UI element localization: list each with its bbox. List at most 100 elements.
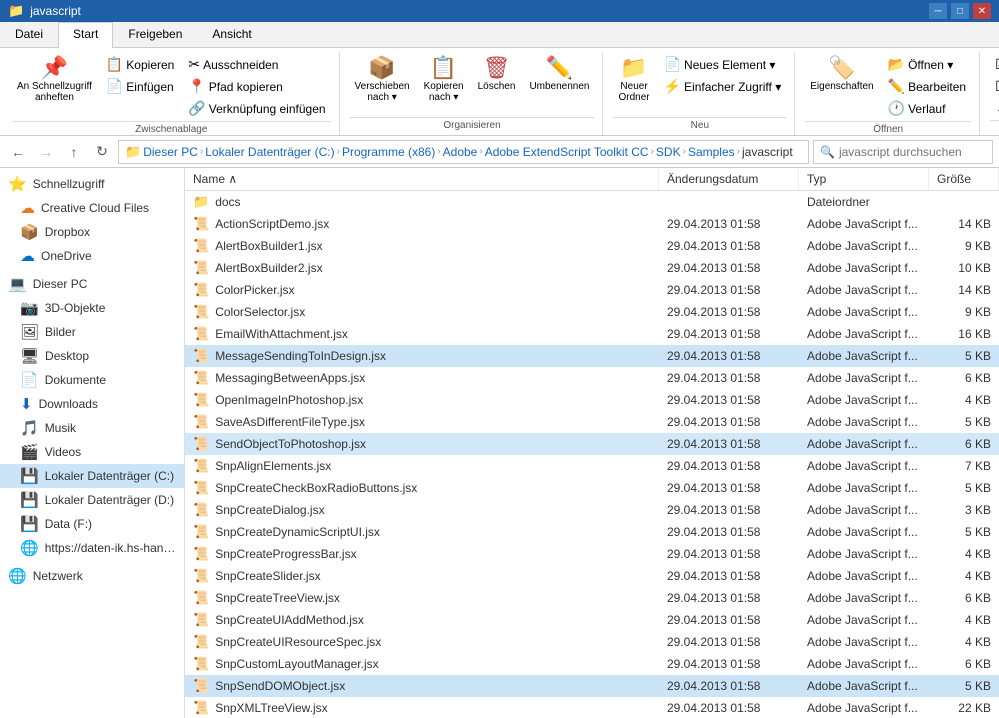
edit-button[interactable]: ✏️ Bearbeiten — [883, 76, 971, 97]
sidebar-item-musik[interactable]: 🎵 Musik — [0, 416, 184, 440]
pin-quickaccess-button[interactable]: 📌 An Schnellzugriffanheften — [12, 54, 97, 106]
table-row[interactable]: 📜 SaveAsDifferentFileType.jsx 29.04.2013… — [185, 411, 999, 433]
path-toolkit[interactable]: Adobe ExtendScript Toolkit CC — [485, 145, 649, 159]
table-row[interactable]: 📜 SnpCreateDynamicScriptUI.jsx 29.04.201… — [185, 521, 999, 543]
sidebar-item-c-drive[interactable]: 💾 Lokaler Datenträger (C:) — [0, 464, 184, 488]
col-header-size[interactable]: Größe — [929, 168, 999, 190]
sidebar-item-netzwerk[interactable]: 🌐 Netzwerk — [0, 564, 184, 588]
properties-button[interactable]: 🏷️ Eigenschaften — [805, 54, 878, 95]
sidebar-item-dieser-pc[interactable]: 💻 Dieser PC — [0, 272, 184, 296]
history-button[interactable]: 🕐 Verlauf — [883, 98, 971, 119]
ribbon-group-select: ☑ Alles auswählen ☐ Nichts auswählen ↔ A… — [982, 52, 999, 135]
table-row[interactable]: 📁 docs Dateiordner — [185, 191, 999, 213]
open-button[interactable]: 📂 Öffnen ▾ — [883, 54, 971, 75]
easy-access-button[interactable]: ⚡ Einfacher Zugriff ▾ — [659, 76, 787, 97]
table-row[interactable]: 📜 ColorSelector.jsx 29.04.2013 01:58 Ado… — [185, 301, 999, 323]
sidebar-item-z-drive[interactable]: 🌐 https://daten-ik.hs-hannover.de/campus… — [0, 536, 184, 560]
back-button[interactable]: ← — [6, 140, 30, 164]
col-header-type[interactable]: Typ — [799, 168, 929, 190]
delete-button[interactable]: 🗑 Löschen — [473, 54, 521, 95]
table-row[interactable]: 📜 SnpCreateUIAddMethod.jsx 29.04.2013 01… — [185, 609, 999, 631]
cut-button[interactable]: ✂ Ausschneiden — [183, 54, 330, 75]
file-name: docs — [215, 195, 240, 209]
title-bar: 📁 javascript ─ □ ✕ — [0, 0, 999, 22]
col-header-name[interactable]: Name ∧ — [185, 168, 659, 190]
minimize-button[interactable]: ─ — [929, 3, 947, 19]
sidebar-item-creative-cloud[interactable]: ☁ Creative Cloud Files — [0, 196, 184, 220]
table-row[interactable]: 📜 MessageSendingToInDesign.jsx 29.04.201… — [185, 345, 999, 367]
sidebar-item-bilder[interactable]: 🖼 Bilder — [0, 320, 184, 344]
file-icon: 📜 — [193, 568, 209, 584]
table-row[interactable]: 📜 EmailWithAttachment.jsx 29.04.2013 01:… — [185, 323, 999, 345]
copy-button[interactable]: 📋 Kopieren — [101, 54, 179, 75]
file-cell-name: 📜 SaveAsDifferentFileType.jsx — [185, 412, 659, 432]
file-cell-size: 3 KB — [929, 501, 999, 519]
table-row[interactable]: 📜 SnpAlignElements.jsx 29.04.2013 01:58 … — [185, 455, 999, 477]
sidebar-item-dokumente[interactable]: 📄 Dokumente — [0, 368, 184, 392]
table-row[interactable]: 📜 SnpSendDOMObject.jsx 29.04.2013 01:58 … — [185, 675, 999, 697]
search-input[interactable] — [839, 145, 986, 159]
tab-freigeben[interactable]: Freigeben — [113, 22, 197, 47]
file-list: 📁 docs Dateiordner 📜 ActionScriptDemo.js… — [185, 191, 999, 718]
new-folder-button[interactable]: 📁 NeuerOrdner — [613, 54, 654, 106]
forward-button[interactable]: → — [34, 140, 58, 164]
select-none-button[interactable]: ☐ Nichts auswählen — [990, 76, 999, 97]
path-sdk[interactable]: SDK — [656, 145, 681, 159]
paste-button[interactable]: 📄 Einfügen — [101, 76, 179, 97]
path-programme[interactable]: Programme (x86) — [342, 145, 435, 159]
table-row[interactable]: 📜 OpenImageInPhotoshop.jsx 29.04.2013 01… — [185, 389, 999, 411]
invert-selection-button[interactable]: ↔ Auswahl umkehren — [990, 98, 999, 118]
tab-ansicht[interactable]: Ansicht — [197, 22, 266, 47]
sidebar-item-3d-objekte[interactable]: 📷 3D-Objekte — [0, 296, 184, 320]
sidebar-item-f-drive[interactable]: 💾 Data (F:) — [0, 512, 184, 536]
table-row[interactable]: 📜 SnpCreateProgressBar.jsx 29.04.2013 01… — [185, 543, 999, 565]
table-row[interactable]: 📜 AlertBoxBuilder1.jsx 29.04.2013 01:58 … — [185, 235, 999, 257]
sidebar-item-d-drive[interactable]: 💾 Lokaler Datenträger (D:) — [0, 488, 184, 512]
table-row[interactable]: 📜 SnpCreateCheckBoxRadioButtons.jsx 29.0… — [185, 477, 999, 499]
table-row[interactable]: 📜 AlertBoxBuilder2.jsx 29.04.2013 01:58 … — [185, 257, 999, 279]
move-to-button[interactable]: 📦 Verschiebennach ▾ — [350, 54, 415, 106]
select-all-button[interactable]: ☑ Alles auswählen — [990, 54, 999, 75]
close-button[interactable]: ✕ — [973, 3, 991, 19]
table-row[interactable]: 📜 SendObjectToPhotoshop.jsx 29.04.2013 0… — [185, 433, 999, 455]
table-row[interactable]: 📜 SnpCreateTreeView.jsx 29.04.2013 01:58… — [185, 587, 999, 609]
search-box[interactable]: 🔍 — [813, 140, 993, 164]
sidebar-item-downloads[interactable]: ⬇ Downloads — [0, 392, 184, 416]
table-row[interactable]: 📜 MessagingBetweenApps.jsx 29.04.2013 01… — [185, 367, 999, 389]
address-path[interactable]: 📁 Dieser PC › Lokaler Datenträger (C:) ›… — [118, 140, 809, 164]
tab-start[interactable]: Start — [58, 22, 113, 48]
select-col: ☑ Alles auswählen ☐ Nichts auswählen ↔ A… — [990, 54, 999, 118]
refresh-button[interactable]: ↻ — [90, 140, 114, 164]
copy-to-button[interactable]: 📋 Kopierennach ▾ — [419, 54, 469, 106]
path-dieser-pc[interactable]: Dieser PC — [143, 145, 198, 159]
sidebar-item-onedrive[interactable]: ☁ OneDrive — [0, 244, 184, 268]
file-icon: 📜 — [193, 414, 209, 430]
maximize-button[interactable]: □ — [951, 3, 969, 19]
path-javascript[interactable]: javascript — [742, 145, 793, 159]
file-cell-name: 📜 SnpXMLTreeView.jsx — [185, 698, 659, 718]
sidebar-item-videos[interactable]: 🎬 Videos — [0, 440, 184, 464]
path-c-drive[interactable]: Lokaler Datenträger (C:) — [205, 145, 334, 159]
path-adobe[interactable]: Adobe — [443, 145, 478, 159]
table-row[interactable]: 📜 SnpCustomLayoutManager.jsx 29.04.2013 … — [185, 653, 999, 675]
table-row[interactable]: 📜 SnpCreateDialog.jsx 29.04.2013 01:58 A… — [185, 499, 999, 521]
file-icon: 📁 — [193, 194, 209, 210]
table-row[interactable]: 📜 ColorPicker.jsx 29.04.2013 01:58 Adobe… — [185, 279, 999, 301]
paste-link-button[interactable]: 🔗 Verknüpfung einfügen — [183, 98, 330, 119]
table-row[interactable]: 📜 SnpXMLTreeView.jsx 29.04.2013 01:58 Ad… — [185, 697, 999, 718]
sidebar-item-desktop[interactable]: 🖥 Desktop — [0, 344, 184, 368]
sidebar-item-quickaccess[interactable]: ⭐ Schnellzugriff — [0, 172, 184, 196]
table-row[interactable]: 📜 SnpCreateSlider.jsx 29.04.2013 01:58 A… — [185, 565, 999, 587]
sidebar-item-dropbox[interactable]: 📦 Dropbox — [0, 220, 184, 244]
tab-datei[interactable]: Datei — [0, 22, 58, 47]
copy-path-button[interactable]: 📍 Pfad kopieren — [183, 76, 330, 97]
rename-button[interactable]: ✏️ Umbenennen — [524, 54, 594, 95]
path-samples[interactable]: Samples — [688, 145, 735, 159]
table-row[interactable]: 📜 ActionScriptDemo.jsx 29.04.2013 01:58 … — [185, 213, 999, 235]
up-button[interactable]: ↑ — [62, 140, 86, 164]
file-cell-date: 29.04.2013 01:58 — [659, 391, 799, 409]
file-cell-size: 4 KB — [929, 611, 999, 629]
new-item-button[interactable]: 📄 Neues Element ▾ — [659, 54, 787, 75]
table-row[interactable]: 📜 SnpCreateUIResourceSpec.jsx 29.04.2013… — [185, 631, 999, 653]
col-header-date[interactable]: Änderungsdatum — [659, 168, 799, 190]
